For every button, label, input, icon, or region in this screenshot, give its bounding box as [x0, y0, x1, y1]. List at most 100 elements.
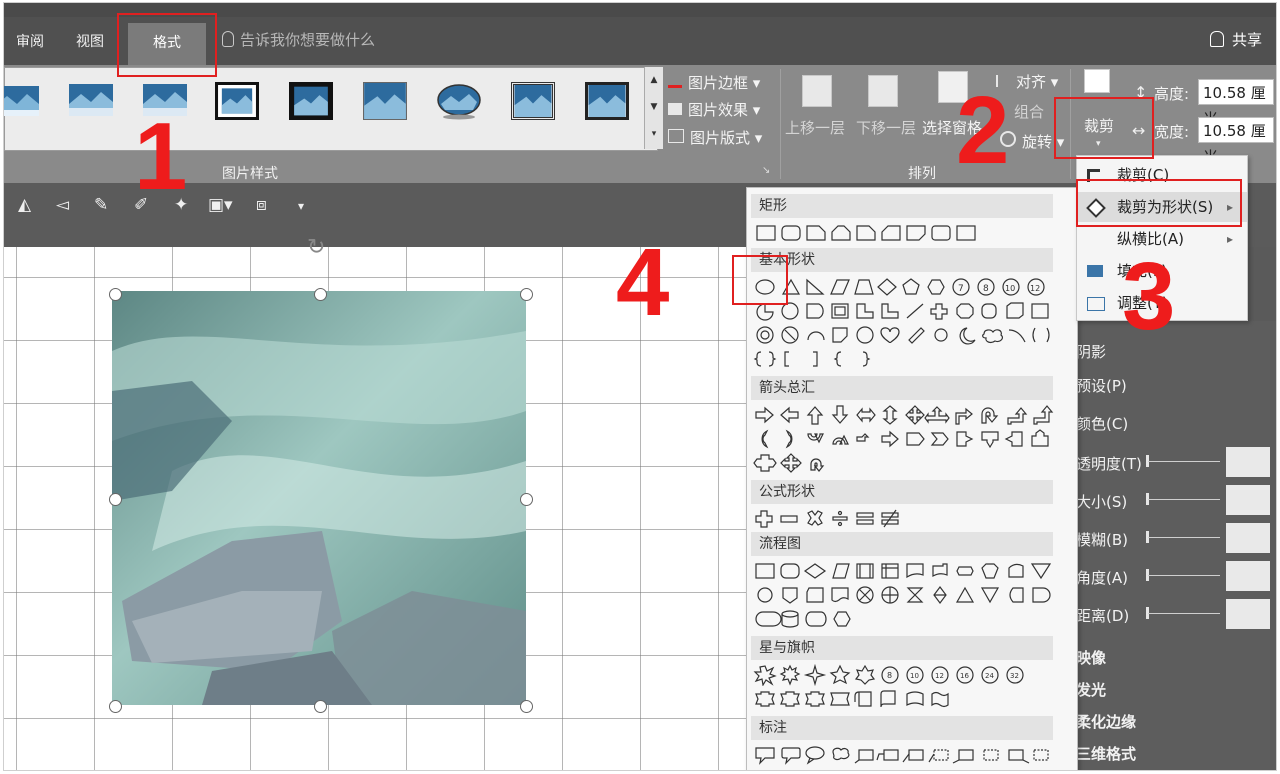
size-slider[interactable]	[1148, 499, 1220, 500]
resize-handle[interactable]	[314, 288, 327, 301]
shape-row[interactable]	[753, 404, 1059, 426]
style-thumb[interactable]	[215, 82, 259, 120]
blur-input[interactable]	[1226, 523, 1270, 553]
gallery-scrollbar[interactable]: ▲ ▼ ▾	[644, 67, 663, 149]
shape-row[interactable]	[753, 324, 1059, 346]
layout-icon	[668, 129, 684, 143]
blur-slider[interactable]	[1148, 537, 1220, 538]
fit-icon[interactable]: ⧈	[256, 195, 267, 215]
water-rocks-image	[112, 291, 526, 705]
selected-picture[interactable]	[112, 291, 526, 705]
picture-effects-button[interactable]: 图片效果 ▾	[668, 99, 760, 120]
edit-points-icon[interactable]: ✎	[94, 195, 108, 215]
shape-row[interactable]	[753, 584, 1059, 606]
transparency-slider[interactable]	[1148, 461, 1220, 462]
panel-presets[interactable]: 预设(P)	[1076, 375, 1127, 396]
annotation-number-4: 4	[616, 229, 670, 336]
annotation-box-crop	[1054, 97, 1154, 159]
format-picture-panel: 阴影 预设(P) 颜色(C) 透明度(T) 大小(S) 模糊(B) 角度(A) …	[1076, 321, 1276, 770]
shapes-dropdown: 矩形 基本形状 7 8 10 12 箭头总汇 公式形状 流程图 星与旗帜 8 1…	[746, 187, 1078, 770]
resize-handle[interactable]	[109, 493, 122, 506]
shape-row[interactable]	[753, 560, 1059, 582]
angle-slider[interactable]	[1148, 575, 1220, 576]
tell-me-search[interactable]: 告诉我你想要做什么	[222, 29, 375, 50]
resize-handle[interactable]	[109, 288, 122, 301]
bring-forward-button[interactable]: 上移一层	[785, 117, 845, 138]
height-input[interactable]: 10.58 厘米	[1198, 79, 1274, 128]
picture-layout-button[interactable]: 图片版式 ▾	[668, 127, 762, 148]
svg-text:12: 12	[935, 672, 944, 680]
svg-text:16: 16	[960, 672, 969, 680]
resize-handle[interactable]	[520, 493, 533, 506]
style-thumb[interactable]	[437, 82, 481, 120]
size-input[interactable]	[1226, 485, 1270, 515]
style-thumb[interactable]	[289, 82, 333, 120]
effects-icon	[668, 103, 682, 115]
share-label: 共享	[1232, 31, 1263, 49]
rotate-label: 旋转	[1022, 133, 1053, 151]
shape-row[interactable]	[753, 608, 1059, 630]
panel-color[interactable]: 颜色(C)	[1076, 413, 1128, 434]
panel-transparency: 透明度(T)	[1076, 455, 1142, 473]
style-thumb[interactable]	[4, 82, 39, 120]
shape-row[interactable]: 7 8 10 12	[753, 276, 1059, 298]
group-button[interactable]: 组合	[1014, 101, 1044, 122]
tab-view[interactable]: 视图	[76, 31, 104, 51]
send-backward-button[interactable]: 下移一层	[856, 117, 916, 138]
resize-handle[interactable]	[520, 288, 533, 301]
category-rectangles: 矩形	[751, 194, 1053, 218]
resize-handle[interactable]	[109, 700, 122, 713]
style-thumb[interactable]	[363, 82, 407, 120]
crop-image-icon	[1084, 69, 1110, 93]
panel-soft-edges[interactable]: 柔化边缘	[1076, 711, 1136, 732]
scroll-down-icon[interactable]: ▼	[645, 94, 663, 121]
panel-distance: 距离(D)	[1076, 607, 1130, 625]
style-thumb[interactable]	[69, 82, 113, 120]
width-label: 宽度:	[1154, 123, 1190, 141]
distance-input[interactable]	[1226, 599, 1270, 629]
panel-angle: 角度(A)	[1076, 569, 1128, 587]
fill-image-icon	[1087, 265, 1103, 277]
shape-row[interactable]	[753, 222, 1059, 244]
shape-row[interactable]	[753, 508, 1059, 530]
align-label: 对齐	[1016, 73, 1047, 91]
toolbar-more-icon[interactable]: ▾	[298, 199, 304, 213]
width-input[interactable]: 10.58 厘米	[1198, 117, 1274, 166]
category-basic-shapes: 基本形状	[751, 248, 1053, 272]
scroll-up-icon[interactable]: ▲	[645, 67, 663, 94]
rotate-handle-icon[interactable]: ↻	[307, 235, 325, 260]
resize-handle[interactable]	[520, 700, 533, 713]
svg-text:12: 12	[1030, 284, 1040, 293]
transparency-input[interactable]	[1226, 447, 1270, 477]
picture-border-button[interactable]: 图片边框 ▾	[668, 71, 760, 93]
shape-row[interactable]	[753, 452, 1059, 474]
shape-row[interactable]	[753, 744, 1059, 766]
image-options-icon[interactable]: ▣▾	[208, 195, 233, 215]
annotation-number-3: 3	[1122, 243, 1176, 350]
style-thumb[interactable]	[585, 82, 629, 120]
annotation-box-crop-to-shape	[1076, 179, 1242, 227]
svg-text:8: 8	[983, 284, 989, 294]
panel-glow[interactable]: 发光	[1076, 679, 1106, 700]
flip-vertical-icon[interactable]: ◅	[56, 195, 69, 215]
dialog-launcher-icon[interactable]: ↘	[762, 165, 770, 176]
picture-border-label: 图片边框	[688, 74, 749, 92]
shape-row[interactable]	[753, 300, 1059, 322]
panel-reflection[interactable]: 映像	[1076, 647, 1106, 668]
category-callouts: 标注	[751, 716, 1053, 740]
tab-review[interactable]: 审阅	[16, 31, 44, 51]
distance-slider[interactable]	[1148, 613, 1220, 614]
panel-size: 大小(S)	[1076, 493, 1128, 511]
resize-handle[interactable]	[314, 700, 327, 713]
shape-row[interactable]	[753, 688, 1059, 710]
flip-horizontal-icon[interactable]: ◭	[18, 195, 31, 215]
share-button[interactable]: 共享	[1210, 29, 1262, 50]
shape-row[interactable]	[753, 428, 1059, 450]
gallery-more-icon[interactable]: ▾	[645, 121, 663, 148]
angle-input[interactable]	[1226, 561, 1270, 591]
shape-row[interactable]: 8 10 12 16 24 32	[753, 663, 1059, 687]
style-thumb[interactable]	[511, 82, 555, 120]
panel-3d-format[interactable]: 三维格式	[1076, 743, 1136, 764]
shape-row[interactable]	[753, 348, 1059, 370]
bring-forward-icon	[802, 75, 832, 107]
